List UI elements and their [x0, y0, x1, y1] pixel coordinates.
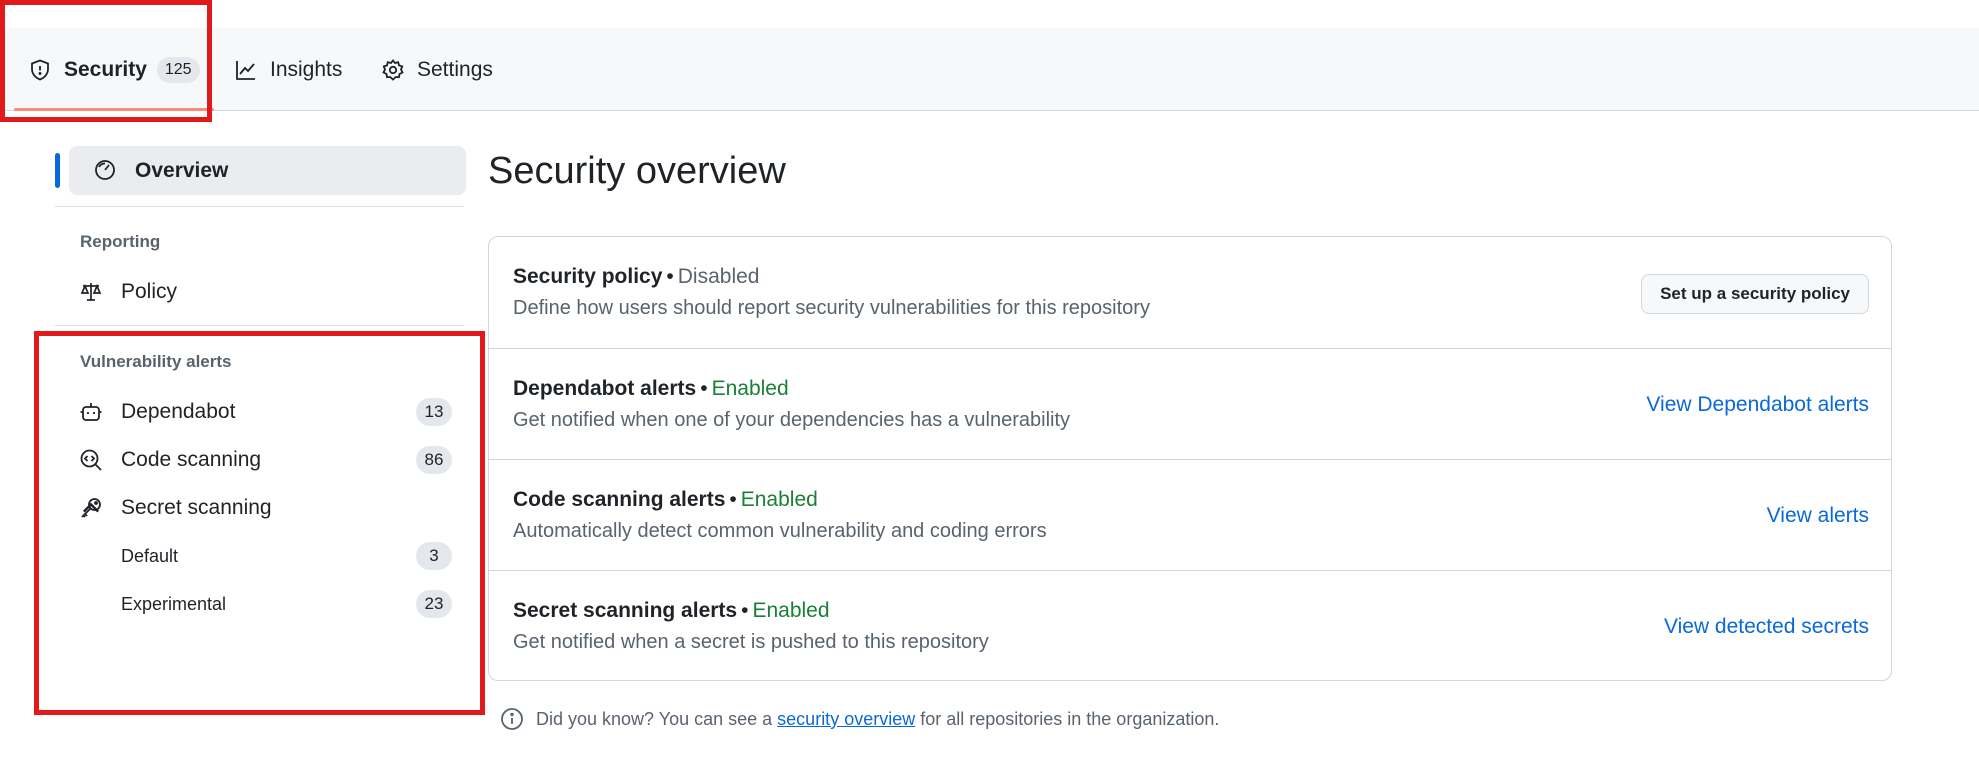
row-title-text: Dependabot alerts	[513, 377, 697, 400]
sidebar-item-policy[interactable]: Policy	[69, 270, 466, 314]
group-label-reporting: Reporting	[80, 232, 161, 251]
sidebar-item-secret-scanning[interactable]: Secret scanning	[69, 486, 466, 530]
view-detected-secrets-link[interactable]: View detected secrets	[1664, 615, 1869, 639]
security-overview-link[interactable]: security overview	[777, 709, 915, 730]
meter-icon	[95, 160, 115, 180]
view-alerts-link[interactable]: View alerts	[1767, 504, 1869, 528]
separator: •	[729, 488, 737, 511]
status-text: Enabled	[740, 488, 818, 511]
tab-settings-label: Settings	[417, 57, 493, 81]
experimental-count-badge: 23	[416, 590, 452, 618]
graph-icon	[236, 60, 255, 80]
row-title: Code scanning alerts • Enabled	[513, 488, 818, 512]
row-description: Define how users should report security …	[513, 297, 1150, 319]
sidebar-subitem-experimental-label: Experimental	[121, 593, 227, 614]
sidebar-item-policy-label: Policy	[121, 280, 178, 303]
sidebar-item-overview-label: Overview	[135, 158, 229, 182]
tab-security-counter: 125	[156, 56, 200, 83]
active-indicator	[55, 153, 60, 188]
info-icon	[501, 708, 523, 730]
row-description: Get notified when a secret is pushed to …	[513, 631, 989, 653]
sidebar-subitem-default-label: Default	[121, 545, 179, 566]
tip-text-before: Did you know? You can see a	[536, 708, 773, 729]
law-icon	[80, 283, 102, 301]
set-up-security-policy-button[interactable]: Set up a security policy	[1641, 274, 1869, 314]
row-title: Secret scanning alerts • Enabled	[513, 599, 830, 623]
status-text: Enabled	[711, 377, 789, 400]
gear-icon	[382, 58, 404, 81]
row-description: Get notified when one of your dependenci…	[513, 409, 1071, 431]
view-dependabot-alerts-link[interactable]: View Dependabot alerts	[1646, 393, 1869, 417]
separator: •	[666, 265, 674, 288]
tip-text-after: for all repositories in the organization…	[920, 708, 1220, 729]
group-label-vulnerability-alerts: Vulnerability alerts	[80, 352, 232, 371]
sidebar-item-dependabot[interactable]: Dependabot 13	[69, 390, 466, 434]
dependabot-alerts-row: Dependabot alerts • Enabled Get notified w…	[489, 348, 1891, 459]
row-title: Security policy • Disabled	[513, 265, 759, 289]
row-title: Dependabot alerts • Enabled	[513, 377, 789, 401]
default-count-badge: 3	[416, 542, 452, 570]
sidebar-item-dependabot-label: Dependabot	[121, 400, 236, 423]
separator: •	[741, 599, 749, 622]
page-title: Security overview	[488, 150, 786, 192]
did-you-know-tip: Did you know? You can see a security ove…	[500, 707, 1219, 731]
code-scanning-count-badge: 86	[416, 446, 452, 474]
row-title-text: Secret scanning alerts	[513, 599, 738, 622]
code-scanning-alerts-row: Code scanning alerts • Enabled Automatical…	[489, 459, 1891, 570]
row-title-text: Security policy	[513, 265, 663, 288]
separator: •	[700, 377, 708, 400]
sidebar-item-overview[interactable]: Overview	[55, 146, 466, 195]
tab-security[interactable]: Security 125	[14, 28, 214, 111]
tab-settings[interactable]: Settings	[381, 28, 493, 111]
sidebar-subitem-default[interactable]: Default 3	[69, 534, 466, 578]
active-tab-underline	[14, 108, 214, 111]
sidebar-item-code-scanning-label: Code scanning	[121, 448, 262, 471]
tab-insights[interactable]: Insights	[234, 28, 342, 111]
repo-tab-bar: Security 125 Insights Settings	[0, 28, 1979, 111]
chevron-up-icon[interactable]	[79, 496, 103, 520]
sidebar-item-code-scanning[interactable]: Code scanning 86	[69, 438, 466, 482]
codescan-icon	[80, 449, 102, 471]
secret-scanning-alerts-row: Secret scanning alerts • Enabled Get notif…	[489, 570, 1891, 680]
sidebar-item-secret-scanning-label: Secret scanning	[121, 496, 272, 519]
status-text: Disabled	[677, 265, 760, 288]
dependabot-icon	[80, 403, 102, 421]
row-description: Automatically detect common vulnerabilit…	[513, 520, 1047, 542]
shield-icon	[31, 59, 49, 80]
dependabot-count-badge: 13	[416, 398, 452, 426]
row-title-text: Code scanning alerts	[513, 488, 726, 511]
status-text: Enabled	[752, 599, 830, 622]
security-policy-row: Security policy • Disabled Define how user…	[489, 237, 1891, 348]
tab-security-label: Security	[64, 57, 147, 81]
tab-insights-label: Insights	[270, 57, 343, 81]
sidebar-divider	[55, 325, 464, 326]
sidebar-subitem-experimental[interactable]: Experimental 23	[69, 582, 466, 626]
security-features-card: Security policy • Disabled Define how user…	[488, 236, 1892, 681]
sidebar-divider	[55, 206, 464, 207]
